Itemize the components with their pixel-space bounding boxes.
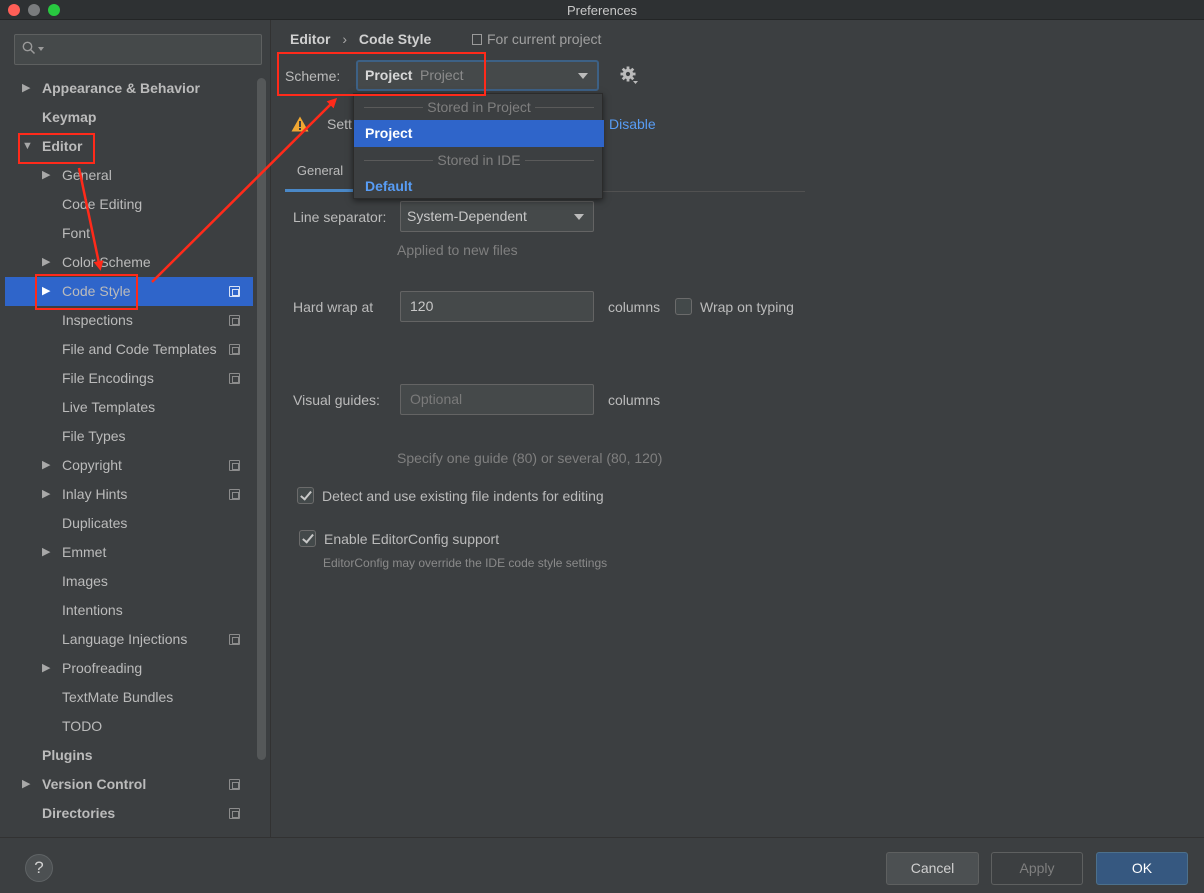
tree-item-proofreading[interactable]: ▶ Proofreading <box>5 654 253 683</box>
expand-arrow-icon[interactable]: ▶ <box>42 538 54 567</box>
help-button[interactable]: ? <box>25 854 53 882</box>
chevron-down-icon <box>574 214 584 220</box>
gear-icon[interactable] <box>619 65 639 85</box>
tree-item-directories[interactable]: Directories <box>5 799 253 828</box>
tree-item-todo[interactable]: TODO <box>5 712 253 741</box>
editorconfig-label[interactable]: Enable EditorConfig support <box>324 531 499 547</box>
expand-arrow-icon[interactable]: ▶ <box>42 248 54 277</box>
tree-item-appearance-behavior[interactable]: ▶ Appearance & Behavior <box>5 74 253 103</box>
breadcrumb-code-style: Code Style <box>358 31 432 47</box>
popup-item-default[interactable]: Default <box>354 173 604 200</box>
title-bar: Preferences <box>0 0 1204 20</box>
warning-text: Sett <box>327 116 352 132</box>
popup-group-header: Stored in Project <box>354 97 604 117</box>
line-separator-hint: Applied to new files <box>397 242 518 258</box>
tree-item-general[interactable]: ▶ General <box>5 161 253 190</box>
tree-item-font[interactable]: Font <box>5 219 253 248</box>
tree-item-duplicates[interactable]: Duplicates <box>5 509 253 538</box>
search-icon <box>22 41 36 55</box>
tree-item-inlay-hints[interactable]: ▶ Inlay Hints <box>5 480 253 509</box>
tree-item-copyright[interactable]: ▶ Copyright <box>5 451 253 480</box>
wrap-on-typing-checkbox[interactable] <box>675 298 692 315</box>
tree-item-file-code-templates[interactable]: File and Code Templates <box>5 335 253 364</box>
apply-button[interactable]: Apply <box>991 852 1083 885</box>
visual-guides-label: Visual guides: <box>293 392 380 408</box>
popup-item-project[interactable]: Project <box>354 120 604 147</box>
tab-general[interactable]: General <box>285 155 355 192</box>
hard-wrap-input[interactable]: 120 <box>400 291 594 322</box>
tree-item-intentions[interactable]: Intentions <box>5 596 253 625</box>
project-settings-icon <box>229 315 240 326</box>
project-settings-icon <box>229 460 240 471</box>
project-settings-icon <box>229 808 240 819</box>
expand-arrow-icon[interactable]: ▶ <box>22 770 34 799</box>
annotation-box-scheme <box>277 52 486 96</box>
tree-item-file-encodings[interactable]: File Encodings <box>5 364 253 393</box>
cancel-button[interactable]: Cancel <box>886 852 979 885</box>
line-separator-label: Line separator: <box>293 209 387 225</box>
project-settings-icon <box>472 34 482 45</box>
editorconfig-checkbox[interactable] <box>299 530 316 547</box>
tree-item-emmet[interactable]: ▶ Emmet <box>5 538 253 567</box>
disable-link[interactable]: Disable <box>609 116 656 132</box>
tree-item-language-injections[interactable]: Language Injections <box>5 625 253 654</box>
editorconfig-hint: EditorConfig may override the IDE code s… <box>323 556 608 570</box>
project-settings-icon <box>229 344 240 355</box>
expand-arrow-icon[interactable]: ▶ <box>22 74 34 103</box>
expand-arrow-icon[interactable]: ▶ <box>42 654 54 683</box>
tree-item-color-scheme[interactable]: ▶ Color Scheme <box>5 248 253 277</box>
detect-indents-checkbox[interactable] <box>297 487 314 504</box>
breadcrumb-separator: › <box>342 31 348 47</box>
tree-item-keymap[interactable]: Keymap <box>5 103 253 132</box>
settings-search-input[interactable] <box>14 34 262 65</box>
ok-button[interactable]: OK <box>1096 852 1188 885</box>
annotation-box-editor <box>18 133 95 164</box>
dialog-footer: ? Cancel Apply OK <box>0 837 1204 893</box>
tree-item-plugins[interactable]: Plugins <box>5 741 253 770</box>
search-history-chevron-icon[interactable] <box>38 47 44 51</box>
scheme-popup-list: Stored in Project Project Stored in IDE … <box>353 93 604 200</box>
expand-arrow-icon[interactable]: ▶ <box>42 480 54 509</box>
wrap-on-typing-label[interactable]: Wrap on typing <box>700 299 794 315</box>
expand-arrow-icon[interactable]: ▶ <box>42 161 54 190</box>
hard-wrap-unit: columns <box>608 299 661 315</box>
visual-guides-hint: Specify one guide (80) or several (80, 1… <box>397 450 663 466</box>
project-settings-icon <box>229 634 240 645</box>
tree-item-code-editing[interactable]: Code Editing <box>5 190 253 219</box>
expand-arrow-icon[interactable]: ▶ <box>42 451 54 480</box>
annotation-box-code-style <box>35 274 138 310</box>
chevron-down-icon <box>578 73 588 79</box>
project-settings-icon <box>229 489 240 500</box>
tree-item-live-templates[interactable]: Live Templates <box>5 393 253 422</box>
visual-guides-input[interactable]: Optional <box>400 384 594 415</box>
detect-indents-label[interactable]: Detect and use existing file indents for… <box>322 488 604 504</box>
line-separator-dropdown[interactable]: System-Dependent <box>400 201 594 232</box>
project-settings-icon <box>229 373 240 384</box>
tree-item-images[interactable]: Images <box>5 567 253 596</box>
tree-item-textmate-bundles[interactable]: TextMate Bundles <box>5 683 253 712</box>
warning-icon <box>291 116 309 132</box>
visual-guides-unit: columns <box>608 392 661 408</box>
popup-group-header: Stored in IDE <box>354 150 604 170</box>
project-settings-icon <box>229 779 240 790</box>
sidebar-scrollbar[interactable] <box>257 78 266 760</box>
hard-wrap-label: Hard wrap at <box>293 299 374 315</box>
tree-item-file-types[interactable]: File Types <box>5 422 253 451</box>
window-title: Preferences <box>566 3 638 18</box>
for-current-project-label: For current project <box>472 31 601 47</box>
tree-item-inspections[interactable]: Inspections <box>5 306 253 335</box>
breadcrumb: Editor › Code Style <box>290 31 439 47</box>
tree-item-version-control[interactable]: ▶ Version Control <box>5 770 253 799</box>
breadcrumb-editor[interactable]: Editor <box>290 31 330 47</box>
project-settings-icon <box>229 286 240 297</box>
